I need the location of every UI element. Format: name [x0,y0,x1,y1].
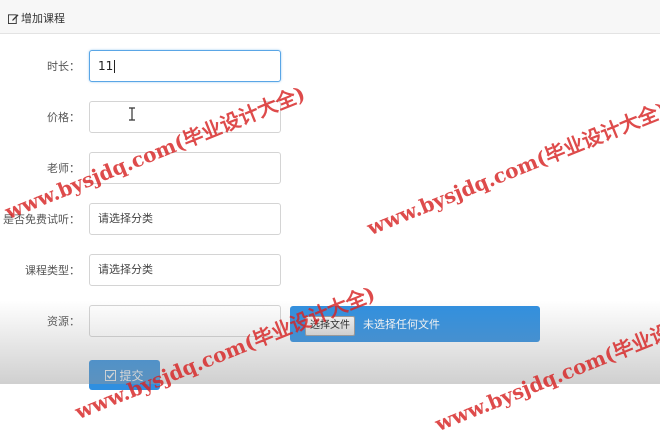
resource-input[interactable] [89,305,281,337]
duration-value: 11 [98,59,114,73]
check-icon [105,369,117,381]
form-row-price: 价格： [0,101,660,135]
price-input[interactable] [89,101,281,133]
panel-title-text: 增加课程 [21,12,65,25]
form-row-course-type: 课程类型： 请选择分类 [0,254,660,288]
duration-label: 时长： [47,60,80,73]
panel-header: 增加课程 [0,0,660,34]
teacher-label: 老师： [47,162,80,175]
teacher-input[interactable] [89,152,281,184]
course-type-label: 课程类型： [25,264,80,277]
text-caret [114,60,116,73]
ibeam-cursor-icon [129,107,135,121]
form-row-free-trial: 是否免费试听： 请选择分类 [0,203,660,237]
resource-label: 资源： [47,315,80,328]
form-row-duration: 时长： 11 [0,50,660,84]
form-row-teacher: 老师： [0,152,660,186]
free-trial-select[interactable]: 请选择分类 [89,203,281,235]
panel-title: 增加课程 [8,10,65,26]
free-trial-label: 是否免费试听： [3,213,80,226]
price-label: 价格： [47,111,80,124]
submit-button[interactable]: 提交 [89,360,160,390]
submit-label: 提交 [119,368,144,383]
duration-input[interactable]: 11 [89,50,281,82]
file-upload-box: 选择文件 未选择任何文件 [290,306,540,342]
file-status-text: 未选择任何文件 [363,318,440,331]
edit-icon [8,13,19,24]
course-type-select[interactable]: 请选择分类 [89,254,281,286]
watermark-text: www.bysjdq.com(毕业设计大全) [71,281,379,424]
choose-file-button[interactable]: 选择文件 [305,316,355,336]
